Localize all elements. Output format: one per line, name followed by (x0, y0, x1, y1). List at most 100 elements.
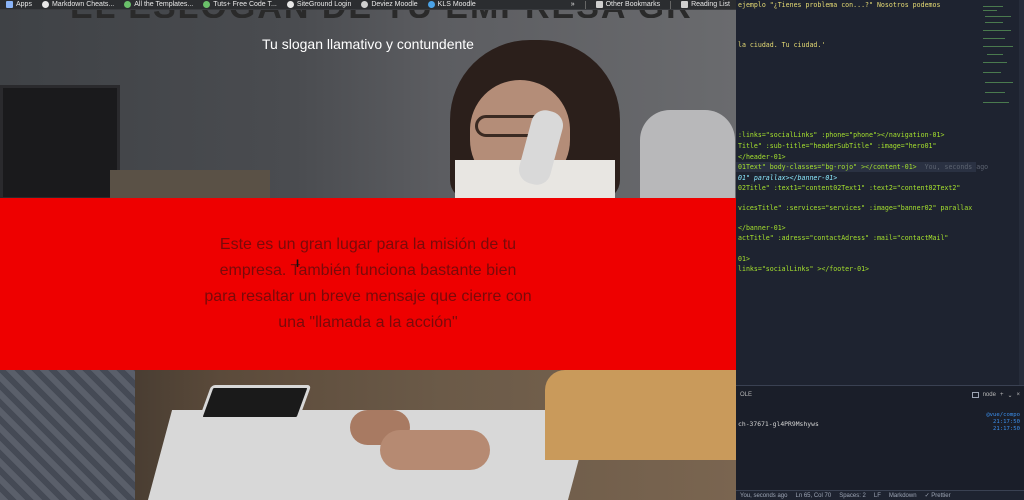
code-line-current: 01Text" body-classes="bg-rojo" ></conten… (736, 162, 988, 172)
terminal-dropdown-icon[interactable]: ⌄ (1007, 392, 1012, 399)
red-banner: Este es un gran lugar para la misión de … (0, 198, 736, 370)
bookmark-templates[interactable]: All the Templates... (124, 1, 193, 8)
bookmark-label: Markdown Cheats... (51, 1, 115, 8)
terminal-output-line: ch-37671-gl4PR9Mshyws (738, 420, 819, 428)
minimap-line (985, 22, 1003, 23)
minimap-line (985, 82, 1013, 83)
status-language[interactable]: Markdown (889, 493, 917, 499)
reading-list-icon (681, 1, 689, 8)
bookmark-deviez[interactable]: Deviez Moodle (361, 1, 418, 8)
editor-text-area[interactable]: ejemplo "¿Tienes problema con...?" Nosot… (736, 0, 988, 385)
terminal-timestamp: 21:17:50 (993, 419, 1020, 425)
terminal-tab[interactable]: OLE (740, 392, 752, 398)
hand-photo-part (380, 430, 490, 470)
status-bar: You, seconds ago Ln 65, Col 70 Spaces: 2… (736, 490, 1024, 500)
bookmark-label: Deviez Moodle (371, 1, 418, 8)
code-line: links="socialLinks" ></footer-01> (738, 264, 869, 274)
code-text: 01Text" body-classes="bg-rojo" ></conten… (738, 163, 917, 171)
siteground-icon (286, 1, 294, 8)
code-line: </header-01> (738, 152, 786, 162)
hero-subtitle: Tu slogan llamativo y contundente (262, 36, 474, 52)
code-line: </banner-01> (738, 223, 786, 233)
inline-blame: You, seconds ago (924, 163, 989, 171)
terminal-log-source: @vue/compo (986, 412, 1020, 418)
moodle-icon (427, 1, 435, 8)
status-prettier[interactable]: ✓ Prettier (925, 492, 951, 499)
minimap-line (983, 102, 1009, 103)
code-editor: ejemplo "¿Tienes problema con...?" Nosot… (736, 0, 1024, 500)
code-text: links="socialLinks" ></footer-01> (738, 265, 870, 273)
chair-photo-part (640, 110, 735, 198)
bookmark-tuts[interactable]: Tuts+ Free Code T... (203, 1, 277, 8)
sleeve-photo-part (545, 370, 736, 460)
terminal-icon (971, 392, 979, 398)
banner-text: Este es un gran lugar para la misión de … (204, 236, 532, 331)
globe-icon (361, 1, 369, 8)
code-line: :links="socialLinks" :phone="phone"></na… (738, 130, 944, 140)
code-line: Title" :sub-title="headerSubTitle" :imag… (738, 141, 937, 151)
minimap-line (983, 46, 1013, 47)
minimap-line (985, 16, 1011, 17)
leaf-icon (203, 1, 211, 8)
close-panel-button[interactable]: × (1016, 392, 1020, 398)
shell-selector[interactable]: node (983, 392, 996, 398)
bookmark-apps[interactable]: Apps (6, 1, 32, 8)
github-icon (41, 1, 49, 8)
bookmarks-right: » Other Bookmarks Reading List (571, 0, 736, 9)
code-text: la ciudad. Tu ciudad.' (738, 41, 826, 49)
code-text: </banner-01> (738, 224, 786, 232)
terminal-panel: OLE node + ⌄ × ch-37671-gl4PR9Mshyws @vu… (736, 385, 1024, 490)
code-text: vicesTitle" :services="services" :image=… (738, 204, 973, 212)
reading-list[interactable]: Reading List (681, 1, 730, 9)
monitor-photo-part (0, 85, 120, 198)
minimap-line (983, 30, 1011, 31)
bookmarks-divider (584, 0, 586, 9)
minimap-line (987, 54, 1003, 55)
hero-section: EL ESLOGAN DE TU EMPRESA GRANDE Tu sloga… (0, 10, 736, 198)
status-blame[interactable]: You, seconds ago (740, 493, 787, 499)
hero-title: EL ESLOGAN DE TU EMPRESA GRANDE (70, 10, 690, 18)
code-text: :links="socialLinks" :phone="phone"></na… (738, 131, 945, 139)
site-preview: EL ESLOGAN DE TU EMPRESA GRANDE Tu sloga… (0, 10, 736, 500)
code-line: 01> (738, 254, 750, 264)
minimap-line (983, 6, 1003, 7)
code-text: Title" :sub-title="headerSubTitle" :imag… (738, 142, 937, 150)
minimap-line (983, 38, 1005, 39)
status-indentation[interactable]: Spaces: 2 (839, 493, 866, 499)
code-line: ejemplo "¿Tienes problema con...?" Nosot… (738, 0, 940, 10)
minimap[interactable] (981, 0, 1017, 110)
bookmark-label: Tuts+ Free Code T... (213, 1, 277, 8)
code-line: 02Title" :text1="content02Text1" :text2=… (738, 183, 960, 193)
apps-icon (6, 1, 13, 8)
editor-scrollbar[interactable] (1019, 0, 1024, 385)
tablet-photo-part (198, 385, 312, 420)
add-terminal-button[interactable]: + (1000, 392, 1004, 398)
bookmark-markdown[interactable]: Markdown Cheats... (41, 1, 115, 8)
bookmark-siteground[interactable]: SiteGround Login (286, 1, 352, 8)
status-cursor-position[interactable]: Ln 65, Col 70 (795, 493, 831, 499)
code-text: 01" parallax></banner-01> (738, 174, 838, 182)
bookmark-label: All the Templates... (134, 1, 194, 8)
code-text: 02Title" :text1="content02Text1" :text2=… (738, 184, 961, 192)
bookmark-label: KLS Moodle (437, 1, 476, 8)
bookmark-kls[interactable]: KLS Moodle (427, 1, 476, 8)
terminal-actions: node + ⌄ × (971, 392, 1020, 399)
bookmarks-bar: Apps Markdown Cheats... All the Template… (0, 0, 736, 10)
bookmarks-overflow-button[interactable]: » (571, 1, 575, 9)
bookmark-label: SiteGround Login (296, 1, 352, 8)
code-line: la ciudad. Tu ciudad.' (738, 40, 825, 50)
code-line: vicesTitle" :services="services" :image=… (738, 203, 972, 213)
minimap-line (983, 10, 997, 11)
team-photo-section (0, 370, 736, 500)
status-eol[interactable]: LF (874, 493, 881, 499)
minimap-line (983, 62, 1007, 63)
terminal-header: OLE node + ⌄ × (736, 386, 1024, 404)
minimap-line (985, 92, 1005, 93)
other-bookmarks[interactable]: Other Bookmarks (595, 1, 660, 9)
reading-list-label: Reading List (691, 1, 730, 8)
folder-icon (595, 1, 603, 8)
code-text: ejemplo "¿Tienes problema con...?" Nosot… (738, 1, 941, 9)
bookmarks-divider (670, 0, 672, 9)
text-cursor-icon: I (296, 258, 300, 270)
code-text: </header-01> (738, 153, 786, 161)
